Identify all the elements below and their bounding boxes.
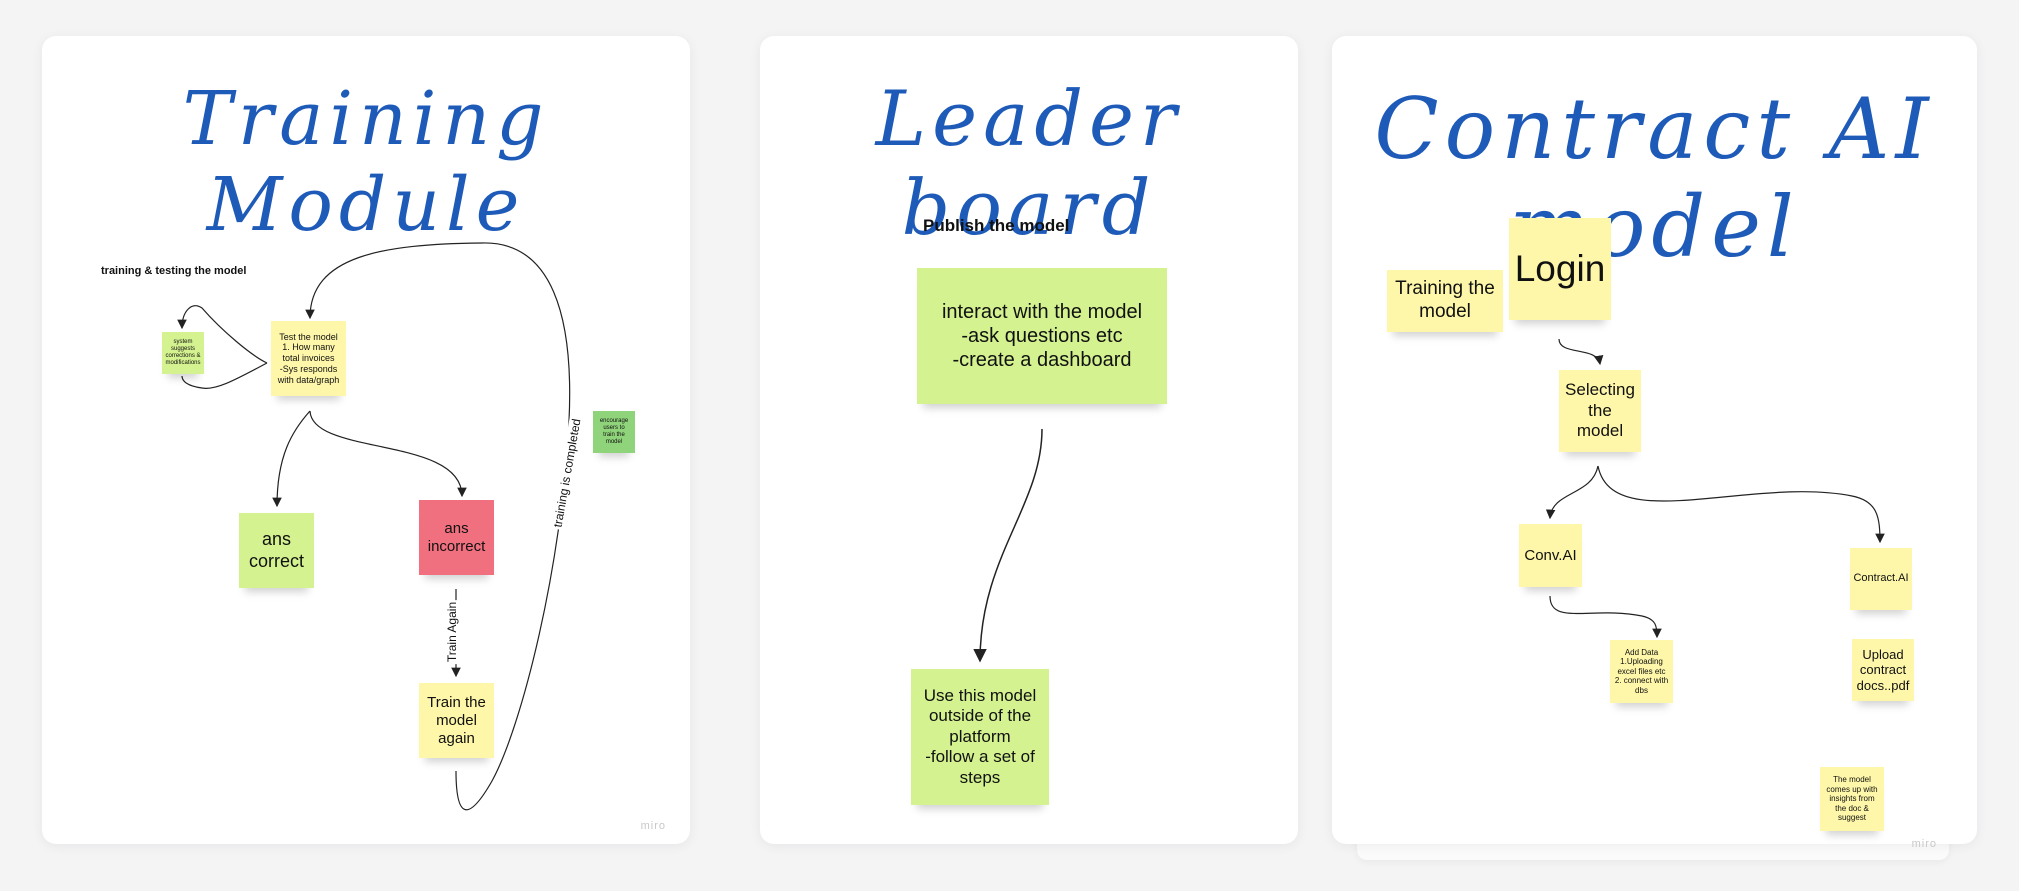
sticky-conv-ai[interactable]: Conv.AI [1519, 524, 1582, 587]
connector-test-incorrect [309, 410, 467, 498]
sticky-upload-contract-docs[interactable]: Upload contract docs..pdf [1852, 639, 1914, 701]
sticky-use-model-outside[interactable]: Use this model outside of the platform -… [911, 669, 1049, 805]
sticky-login[interactable]: Login [1509, 218, 1611, 320]
miro-watermark: miro [1911, 838, 1937, 850]
sticky-contract-ai[interactable]: Contract.AI [1850, 548, 1912, 610]
edge-label-train-again: Train Again [445, 599, 460, 665]
sticky-selecting-the-model[interactable]: Selecting the model [1559, 370, 1641, 452]
sticky-ans-correct[interactable]: ans correct [239, 513, 314, 588]
connector-selecting-conv [1545, 465, 1599, 520]
sticky-train-model-again[interactable]: Train the model again [419, 683, 494, 758]
sticky-add-data[interactable]: Add Data 1.Uploading excel files etc 2. … [1610, 640, 1673, 703]
miro-watermark: miro [640, 820, 666, 832]
sticky-training-the-model[interactable]: Training the model [1387, 270, 1503, 332]
contract-ai-frame[interactable]: Contract AI model Training the model Log… [1332, 36, 1977, 850]
connector-selecting-contract [1597, 465, 1885, 544]
sticky-encourage-users[interactable]: encourage users to train the model [593, 411, 635, 453]
connector-interact-use [973, 428, 1043, 663]
connector-conv-adddata [1549, 595, 1662, 639]
sticky-system-suggests[interactable]: system suggests corrections & modificati… [162, 332, 204, 374]
sticky-test-the-model[interactable]: Test the model 1. How many total invoice… [271, 321, 346, 396]
connector-test-correct [272, 410, 311, 508]
connector-lines [1545, 338, 1885, 639]
connector-login-selecting [1558, 338, 1604, 366]
sticky-model-insights[interactable]: The model comes up with insights from th… [1820, 767, 1884, 831]
leaderboard-frame[interactable]: Leader board Publish the model interact … [760, 36, 1298, 844]
sticky-interact-with-model[interactable]: interact with the model -ask questions e… [917, 268, 1167, 404]
sticky-ans-incorrect[interactable]: ans incorrect [419, 500, 494, 575]
training-module-frame[interactable]: Training Module training & testing the m… [42, 36, 690, 844]
